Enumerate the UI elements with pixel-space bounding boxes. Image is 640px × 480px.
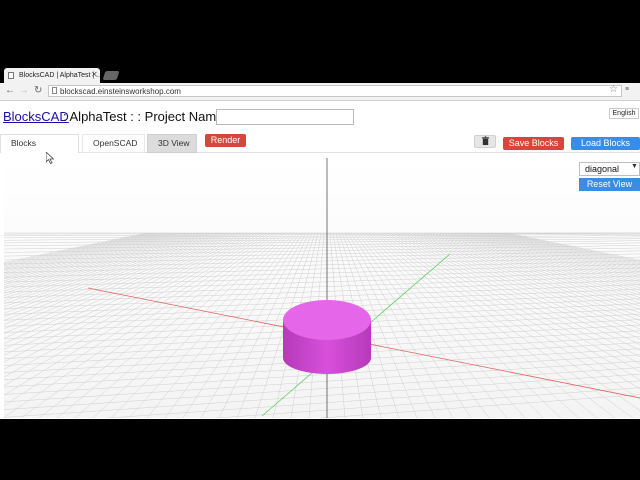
trash-icon (481, 136, 489, 145)
language-select[interactable]: English (609, 108, 639, 119)
tab-openscad[interactable]: OpenSCAD (82, 134, 145, 153)
project-name-input[interactable] (216, 109, 354, 125)
reset-view-button[interactable]: Reset View (579, 178, 640, 191)
blockscad-logo-link[interactable]: BlocksCAD (3, 109, 69, 124)
forward-arrow-icon[interactable]: → (19, 84, 29, 98)
mouse-cursor-icon (46, 152, 54, 164)
page-favicon-icon (8, 72, 14, 79)
tab-3d-view[interactable]: 3D View (147, 134, 197, 153)
trash-button[interactable] (474, 135, 496, 148)
project-title-label: : AlphaTest : : Project Name : (63, 109, 231, 124)
bookmark-star-icon[interactable]: ☆ (609, 84, 618, 96)
3d-viewport[interactable] (4, 158, 640, 418)
cylinder-object[interactable] (283, 300, 371, 374)
address-bar[interactable]: blockscad.einsteinsworkshop.com (48, 85, 622, 97)
menu-icon[interactable]: ≡ (625, 86, 629, 93)
browser-tab[interactable]: BlocksCAD | AlphaTest | ... (4, 68, 100, 83)
chevron-down-icon: ▼ (631, 163, 638, 170)
load-blocks-button[interactable]: Load Blocks (571, 137, 640, 150)
tab-blocks[interactable]: Blocks (0, 134, 79, 153)
close-tab-icon[interactable]: ✕ (91, 70, 98, 80)
save-blocks-button[interactable]: Save Blocks (503, 137, 564, 150)
back-arrow-icon[interactable]: ← (5, 84, 15, 98)
render-button[interactable]: Render (205, 134, 246, 147)
page-icon (52, 87, 57, 94)
reload-icon[interactable]: ↻ (34, 84, 42, 98)
